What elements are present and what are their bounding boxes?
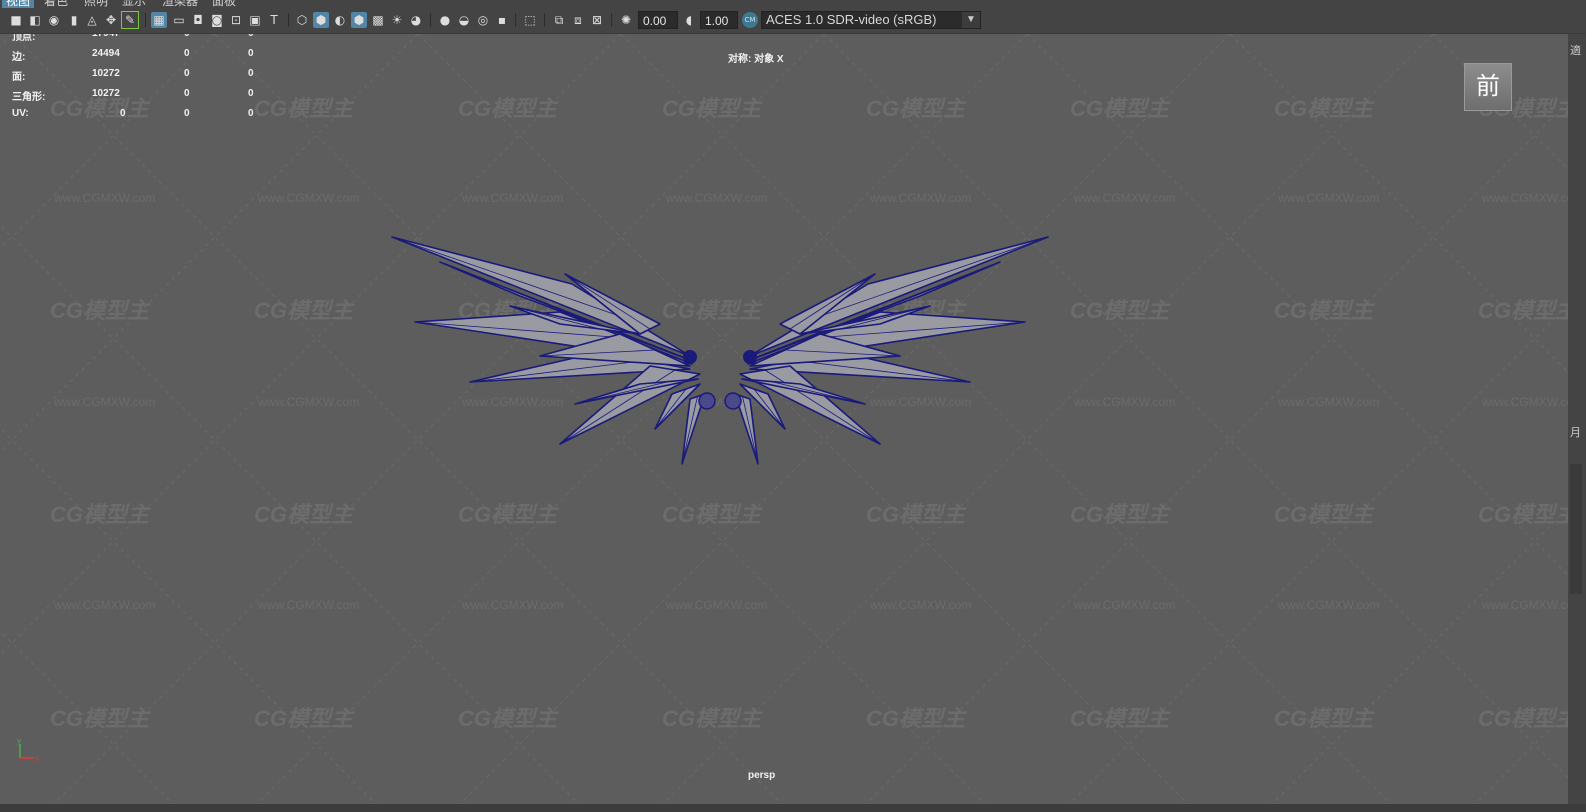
- feather-edge: [764, 369, 881, 445]
- wing-joint[interactable]: [743, 350, 757, 364]
- toolbar-divider: [145, 13, 146, 27]
- toolbar-divider: [430, 13, 431, 27]
- hud-value: 0: [248, 88, 254, 99]
- right-panel-char: 適: [1570, 45, 1581, 57]
- gamma-icon[interactable]: ◖: [681, 12, 697, 28]
- right-wing[interactable]: [724, 236, 1049, 465]
- hud-value: 0: [248, 48, 254, 59]
- xray-icon[interactable]: ⧉: [551, 12, 567, 28]
- svg-text:y: y: [17, 737, 21, 745]
- safe-title-icon[interactable]: T: [266, 12, 282, 28]
- menu-panels[interactable]: 面板: [208, 0, 240, 8]
- hud-value: 0: [184, 68, 190, 79]
- hud-value: 10272: [92, 88, 120, 99]
- xray-joints-icon[interactable]: ⧈: [570, 12, 586, 28]
- menu-bar: 视图 着色 照明 显示 渲染器 面板: [0, 0, 1586, 8]
- feather-edge: [808, 236, 1049, 321]
- isolate-icon[interactable]: ⬚: [522, 12, 538, 28]
- hud-label: 面:: [12, 72, 26, 83]
- hud-label: 边:: [12, 52, 26, 63]
- hud-label: 三角形:: [12, 92, 46, 103]
- toolbar-divider: [515, 13, 516, 27]
- colorspace-icon[interactable]: CM: [742, 12, 758, 28]
- wireframe-on-shaded-icon[interactable]: ⬢: [351, 12, 367, 28]
- gate-mask-icon[interactable]: ◙: [209, 12, 225, 28]
- hud-value: 0: [248, 68, 254, 79]
- symmetry-label: 对称: 对象 X: [728, 54, 784, 65]
- chevron-down-icon[interactable]: ▼: [962, 12, 980, 28]
- menu-lighting[interactable]: 照明: [80, 0, 112, 8]
- smooth-shade-icon[interactable]: ⬢: [313, 12, 329, 28]
- wing-ornament[interactable]: [724, 392, 742, 410]
- svg-text:x: x: [35, 755, 39, 763]
- hud-label: UV:: [12, 108, 29, 119]
- toolbar-divider: [544, 13, 545, 27]
- panel-toolbar: ■ ◧ ◉ ▮ ◬ ✥ ✎ ▦ ▭ ◘ ◙ ⊡ ▣ T ⬡ ⬢ ◐ ⬢ ▩ ☀ …: [0, 8, 1586, 34]
- xray-components-icon[interactable]: ⊠: [589, 12, 605, 28]
- colorspace-dropdown[interactable]: ACES 1.0 SDR-video (sRGB) ▼: [761, 11, 981, 29]
- hud-value: 17947: [92, 34, 120, 39]
- depth-of-field-icon[interactable]: ▪: [494, 12, 510, 28]
- camera-name-label: persp: [748, 770, 776, 781]
- exposure-icon[interactable]: ✺: [618, 12, 634, 28]
- view-cube[interactable]: 前: [1464, 63, 1512, 111]
- hud-value: 0: [184, 48, 190, 59]
- wireframe-icon[interactable]: ⬡: [294, 12, 310, 28]
- wing-ornament[interactable]: [698, 392, 716, 410]
- default-material-icon[interactable]: ◐: [332, 12, 348, 28]
- scrollbar[interactable]: [1570, 464, 1582, 594]
- colorspace-value: ACES 1.0 SDR-video (sRGB): [766, 12, 937, 27]
- camera-lock-icon[interactable]: ◉: [46, 12, 62, 28]
- camera-icon[interactable]: ■: [8, 12, 24, 28]
- grid-icon[interactable]: ▦: [151, 12, 167, 28]
- wings-model[interactable]: [0, 34, 1568, 804]
- safe-action-icon[interactable]: ▣: [247, 12, 263, 28]
- camera-attr-icon[interactable]: ◧: [27, 12, 43, 28]
- ao-icon[interactable]: ●: [437, 12, 453, 28]
- toolbar-divider: [611, 13, 612, 27]
- motion-blur-icon[interactable]: ◒: [456, 12, 472, 28]
- grease-pencil-icon[interactable]: ✎: [121, 11, 139, 29]
- hud-value: 0: [248, 34, 254, 39]
- hud-value: 0: [184, 88, 190, 99]
- image-plane-icon[interactable]: ◬: [84, 12, 100, 28]
- bookmark-icon[interactable]: ▮: [66, 12, 82, 28]
- menu-renderer[interactable]: 渲染器: [158, 0, 202, 8]
- time-ruler[interactable]: [0, 804, 1586, 812]
- resolution-gate-icon[interactable]: ◘: [190, 12, 206, 28]
- menu-view[interactable]: 视图: [2, 0, 35, 8]
- right-panel-edge: 適 月: [1568, 34, 1586, 804]
- exposure-field[interactable]: 0.00: [638, 11, 678, 29]
- hud-value: 10272: [92, 68, 120, 79]
- gamma-field[interactable]: 1.00: [700, 11, 738, 29]
- feather-edge: [559, 369, 676, 445]
- film-gate-icon[interactable]: ▭: [171, 12, 187, 28]
- left-wing[interactable]: [391, 236, 716, 465]
- right-panel-char: 月: [1570, 427, 1581, 439]
- hud-value: 0: [248, 108, 254, 119]
- viewport-persp[interactable]: CG模型主 CG模型主 CG模型主 CG模型主 www.CGMXW.com www.CGM…: [0, 34, 1568, 804]
- shadows-icon[interactable]: ◕: [408, 12, 424, 28]
- hud-value: 0: [184, 108, 190, 119]
- menu-show[interactable]: 显示: [118, 0, 150, 8]
- hud-value: 0: [120, 108, 126, 119]
- lights-icon[interactable]: ☀: [389, 12, 405, 28]
- hud-value: 0: [184, 34, 190, 39]
- move-pivot-icon[interactable]: ✥: [103, 12, 119, 28]
- hud-label: 顶点:: [12, 34, 36, 43]
- toolbar-divider: [288, 13, 289, 27]
- feather-edge: [391, 236, 632, 321]
- aa-icon[interactable]: ◎: [475, 12, 491, 28]
- field-chart-icon[interactable]: ⊡: [228, 12, 244, 28]
- axis-gizmo-icon: y x: [17, 737, 39, 763]
- wing-joint[interactable]: [683, 350, 697, 364]
- hud-value: 24494: [92, 48, 120, 59]
- menu-shading[interactable]: 着色: [40, 0, 72, 8]
- textured-icon[interactable]: ▩: [370, 12, 386, 28]
